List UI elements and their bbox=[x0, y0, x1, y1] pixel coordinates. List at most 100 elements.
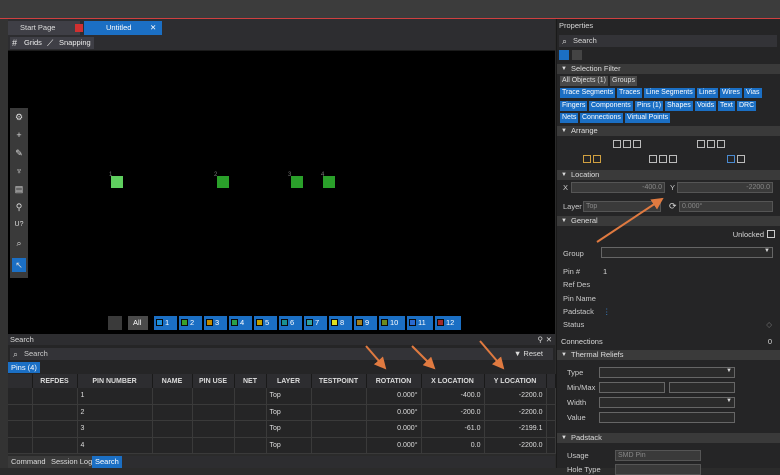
distribute-icons[interactable] bbox=[583, 155, 603, 163]
column-header[interactable]: TESTPOINT bbox=[311, 374, 367, 388]
column-header[interactable]: REFDES bbox=[32, 374, 78, 388]
pad-2[interactable] bbox=[217, 176, 229, 188]
add-icon[interactable]: + bbox=[12, 128, 26, 142]
group-icons[interactable] bbox=[649, 155, 679, 163]
layer-all-button[interactable]: All bbox=[128, 316, 148, 330]
grids-button[interactable]: # Grids bbox=[10, 37, 45, 49]
snapping-button[interactable]: ⟋ Snapping bbox=[45, 37, 94, 49]
layer-button-1[interactable]: 1 bbox=[154, 316, 177, 330]
min-field[interactable] bbox=[599, 382, 665, 393]
group-select[interactable]: ▼ bbox=[601, 247, 773, 258]
column-header[interactable]: LAYER bbox=[266, 374, 312, 388]
zoom-icon[interactable]: ⌕ bbox=[12, 236, 26, 250]
pin-icon[interactable]: ⚲ bbox=[12, 200, 26, 214]
arrange-header[interactable]: Arrange bbox=[557, 126, 780, 136]
table-row[interactable]: 3 Top 0.000° -61.0 -2199.1 bbox=[8, 420, 556, 438]
tab-command[interactable]: Command bbox=[8, 456, 49, 468]
padstack-header[interactable]: Padstack bbox=[557, 433, 780, 443]
filter-chip[interactable]: Nets bbox=[560, 113, 579, 123]
layer-select[interactable]: Top bbox=[583, 201, 661, 212]
layer-button-11[interactable]: 11 bbox=[407, 316, 433, 330]
layer-button-10[interactable]: 10 bbox=[379, 316, 405, 330]
filter-chip[interactable]: Fingers bbox=[560, 101, 588, 111]
tab-session-log[interactable]: Session Log bbox=[48, 456, 96, 468]
layer-button-5[interactable]: 5 bbox=[254, 316, 277, 330]
filter-chip[interactable]: Line Segments bbox=[644, 88, 695, 98]
layer-button-4[interactable]: 4 bbox=[229, 316, 252, 330]
column-header[interactable]: ROTATION bbox=[366, 374, 422, 388]
table-row[interactable]: 4 Top 0.000° 0.0 -2200.0 bbox=[8, 437, 556, 455]
tab-untitled[interactable]: Untitled ✕ bbox=[75, 21, 162, 35]
filter-chip[interactable]: Shapes bbox=[665, 101, 693, 111]
value-field[interactable] bbox=[599, 412, 735, 423]
location-header[interactable]: Location bbox=[557, 170, 780, 180]
filter-chip[interactable]: Vias bbox=[744, 88, 762, 98]
tab-search[interactable]: Search bbox=[92, 456, 122, 468]
general-header[interactable]: General bbox=[557, 216, 780, 226]
reset-button[interactable]: ▼ Reset bbox=[514, 348, 543, 360]
search-input[interactable]: ⌕ Search ▼ Reset bbox=[10, 348, 553, 360]
lock-icon[interactable] bbox=[767, 230, 775, 238]
tab-start-page[interactable]: Start Page bbox=[8, 21, 80, 35]
pad-4[interactable] bbox=[323, 176, 335, 188]
component-icon[interactable]: U? bbox=[12, 218, 26, 232]
fanout-icon[interactable]: ♆ bbox=[12, 164, 26, 178]
filter-chip[interactable]: Traces bbox=[617, 88, 643, 98]
table-row[interactable]: 2 Top 0.000° -200.0 -2200.0 bbox=[8, 404, 556, 422]
column-header[interactable]: X LOCATION bbox=[421, 374, 485, 388]
pins-filter-button[interactable]: Pins (4) bbox=[8, 362, 40, 373]
filter-chip[interactable]: Trace Segments bbox=[560, 88, 616, 98]
angle-select[interactable]: 0.000° bbox=[679, 201, 773, 212]
close-icon[interactable]: ✕ bbox=[546, 334, 552, 345]
filter-chip[interactable]: Lines bbox=[697, 88, 718, 98]
type-select[interactable]: ▼ bbox=[599, 367, 735, 378]
layer-button-12[interactable]: 12 bbox=[435, 316, 461, 330]
text-box-icon[interactable]: ▤ bbox=[12, 182, 26, 196]
column-header[interactable]: PIN NUMBER bbox=[77, 374, 153, 388]
align-right-icons[interactable] bbox=[697, 140, 727, 148]
categorized-icon[interactable] bbox=[559, 50, 569, 60]
filter-chip[interactable]: Pins (1) bbox=[635, 101, 664, 111]
pin-icon[interactable]: ⚲ bbox=[538, 334, 544, 345]
layer-button-9[interactable]: 9 bbox=[354, 316, 377, 330]
filter-chip[interactable]: Connections bbox=[580, 113, 623, 123]
select-arrow-icon[interactable]: ↖ bbox=[12, 258, 26, 272]
table-row[interactable]: 1 Top 0.000° -400.0 -2200.0 bbox=[8, 388, 556, 405]
thermal-reliefs-header[interactable]: Thermal Reliefs bbox=[557, 350, 780, 360]
y-location-field[interactable]: -2200.0 bbox=[677, 182, 773, 193]
filter-chip[interactable]: Wires bbox=[720, 88, 742, 98]
filter-chip[interactable]: All Objects (1) bbox=[560, 76, 608, 86]
layer-button-3[interactable]: 3 bbox=[204, 316, 227, 330]
alphabetical-icon[interactable] bbox=[572, 50, 582, 60]
gear-icon[interactable]: ⚙ bbox=[12, 110, 26, 124]
column-header[interactable]: NAME bbox=[152, 374, 193, 388]
rotate-icons[interactable] bbox=[727, 155, 747, 163]
filter-chip[interactable]: Groups bbox=[610, 76, 637, 86]
layer-button-6[interactable]: 6 bbox=[279, 316, 302, 330]
filter-chip[interactable]: Text bbox=[718, 101, 735, 111]
design-canvas[interactable]: 1 2 3 4 bbox=[8, 51, 555, 334]
align-left-icons[interactable] bbox=[613, 140, 643, 148]
layers-icon[interactable] bbox=[108, 316, 122, 330]
layer-button-7[interactable]: 7 bbox=[304, 316, 327, 330]
column-header[interactable]: NET bbox=[234, 374, 267, 388]
pad-1[interactable] bbox=[111, 176, 123, 188]
width-select[interactable]: ▼ bbox=[599, 397, 735, 408]
column-header[interactable]: Y LOCATION bbox=[484, 374, 547, 388]
layer-button-8[interactable]: 8 bbox=[329, 316, 352, 330]
layer-button-2[interactable]: 2 bbox=[179, 316, 202, 330]
max-field[interactable] bbox=[669, 382, 735, 393]
column-header[interactable]: PIN USE bbox=[192, 374, 235, 388]
route-icon[interactable]: ✎ bbox=[12, 146, 26, 160]
padstack-link-icon[interactable]: ⋮ bbox=[603, 307, 611, 316]
x-location-field[interactable]: -400.0 bbox=[571, 182, 665, 193]
close-icon[interactable]: ✕ bbox=[150, 21, 156, 35]
filter-chip[interactable]: DRC bbox=[737, 101, 757, 111]
properties-search-input[interactable]: ⌕ Search bbox=[559, 35, 777, 47]
selection-filter-header[interactable]: Selection Filter bbox=[557, 64, 780, 74]
pad-3[interactable] bbox=[291, 176, 303, 188]
filter-chip[interactable]: Virtual Points bbox=[625, 113, 671, 123]
filter-chip[interactable]: Components bbox=[589, 101, 633, 111]
left-dock-edge bbox=[0, 19, 8, 468]
filter-chip[interactable]: Voids bbox=[695, 101, 717, 111]
